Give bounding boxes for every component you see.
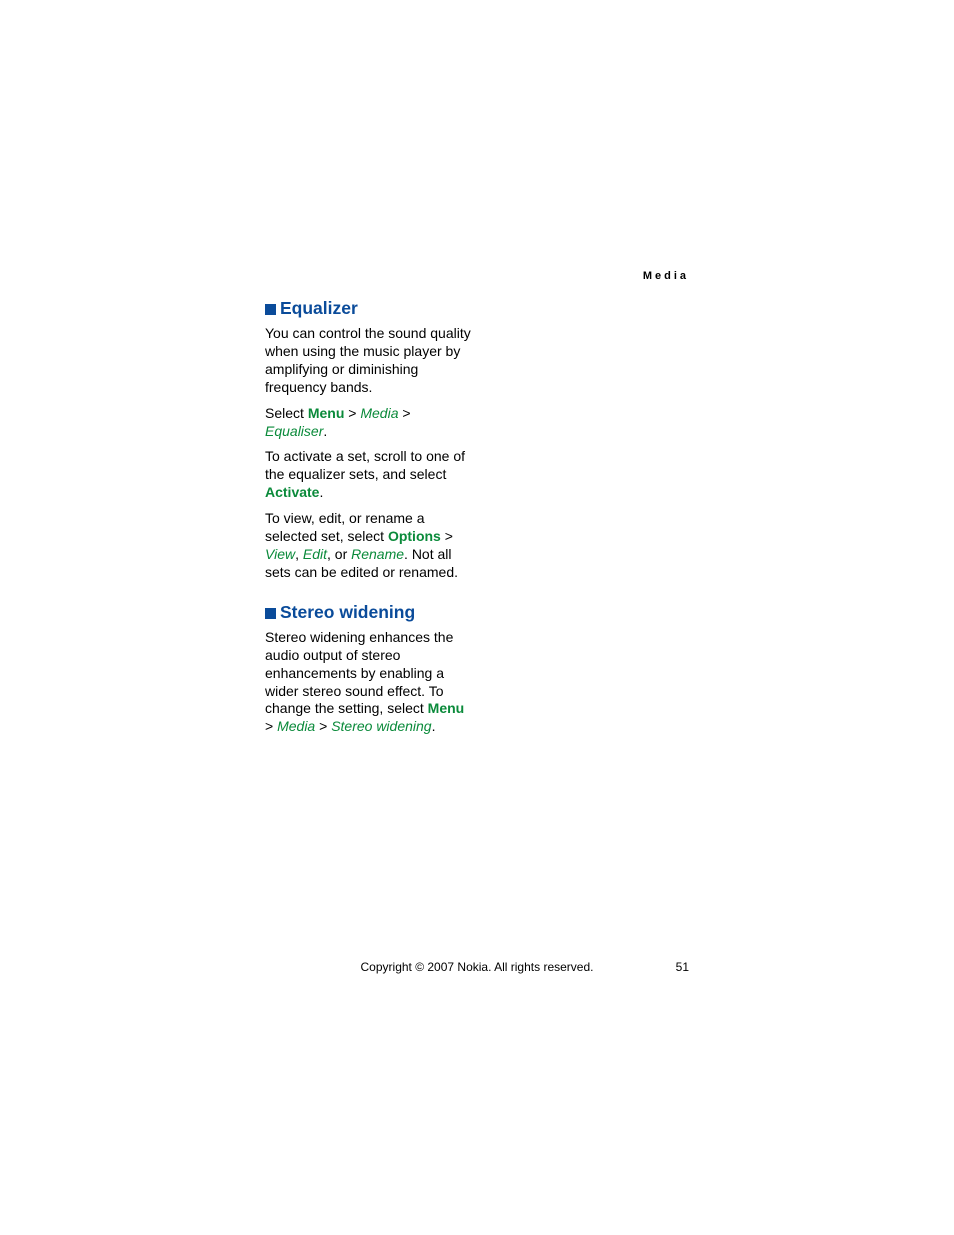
nav-path: Stereo widening xyxy=(331,718,431,734)
nav-path: Rename xyxy=(351,546,404,562)
text: > xyxy=(441,528,453,544)
text: Select xyxy=(265,405,308,421)
nav-path: Media xyxy=(277,718,315,734)
paragraph: To view, edit, or rename a selected set,… xyxy=(265,510,475,582)
menu-label: Menu xyxy=(428,700,465,716)
page-number: 51 xyxy=(676,960,689,974)
heading-text: Stereo widening xyxy=(280,602,415,622)
menu-label: Activate xyxy=(265,484,319,500)
section-stereo-widening: Stereo widening Stereo widening enhances… xyxy=(265,602,475,736)
text: . xyxy=(432,718,436,734)
paragraph: To activate a set, scroll to one of the … xyxy=(265,448,475,502)
paragraph: You can control the sound quality when u… xyxy=(265,325,475,397)
section-heading: Stereo widening xyxy=(265,602,475,623)
menu-label: Options xyxy=(388,528,441,544)
text: , xyxy=(295,546,303,562)
text: To activate a set, scroll to one of the … xyxy=(265,448,465,482)
nav-path: Edit xyxy=(303,546,327,562)
menu-label: Menu xyxy=(308,405,345,421)
running-head: Media xyxy=(643,270,689,282)
document-page: Media Equalizer You can control the soun… xyxy=(0,0,954,1235)
text: > xyxy=(315,718,331,734)
square-bullet-icon xyxy=(265,304,276,315)
paragraph: Select Menu > Media > Equaliser. xyxy=(265,405,475,441)
nav-path: View xyxy=(265,546,295,562)
nav-path: Equaliser xyxy=(265,423,323,439)
copyright-text: Copyright © 2007 Nokia. All rights reser… xyxy=(0,960,954,974)
heading-text: Equalizer xyxy=(280,298,358,318)
text: Stereo widening enhances the audio outpu… xyxy=(265,629,453,717)
body-content: Equalizer You can control the sound qual… xyxy=(265,298,475,756)
text: . xyxy=(319,484,323,500)
text: > xyxy=(398,405,410,421)
text: , or xyxy=(327,546,351,562)
nav-path: Media xyxy=(360,405,398,421)
section-equalizer: Equalizer You can control the sound qual… xyxy=(265,298,475,582)
text: . xyxy=(323,423,327,439)
section-heading: Equalizer xyxy=(265,298,475,319)
paragraph: Stereo widening enhances the audio outpu… xyxy=(265,629,475,736)
text: > xyxy=(344,405,360,421)
square-bullet-icon xyxy=(265,608,276,619)
text: > xyxy=(265,718,277,734)
